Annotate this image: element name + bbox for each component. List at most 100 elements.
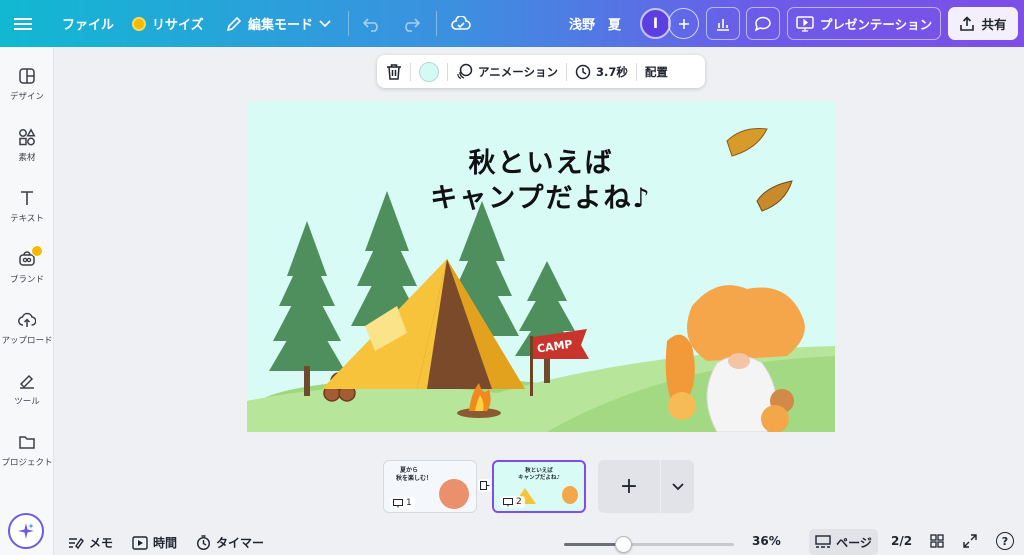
- plus-icon: [678, 18, 689, 29]
- timing-button[interactable]: 時間: [132, 534, 177, 551]
- add-page-button[interactable]: +: [598, 460, 660, 513]
- animation-icon: [457, 63, 473, 80]
- sidebar-item-label: ブランド: [9, 275, 44, 285]
- fullscreen-button[interactable]: [963, 534, 977, 548]
- canvas-title-line-1[interactable]: 秋といえば: [247, 141, 835, 180]
- canvas-title-line-2[interactable]: キャンプだよね♪: [247, 176, 835, 215]
- invite-button[interactable]: [668, 8, 699, 39]
- background-color-swatch[interactable]: [419, 61, 439, 82]
- sidebar-item-label: テキスト: [10, 214, 44, 224]
- animation-button[interactable]: アニメーション: [456, 63, 558, 80]
- undo-icon: [363, 17, 378, 32]
- animation-label: アニメーション: [478, 64, 559, 79]
- sidebar-item-design[interactable]: デザイン: [0, 67, 54, 102]
- comment-button[interactable]: [746, 7, 780, 40]
- page-number-label: 1: [406, 498, 412, 508]
- help-button[interactable]: ?: [996, 532, 1014, 550]
- upload-icon: [18, 312, 36, 327]
- thumb-text: 秋を楽しむ！: [396, 475, 433, 482]
- time-label: 時間: [153, 536, 178, 550]
- expand-icon: [963, 534, 977, 548]
- notes-button[interactable]: メモ: [68, 534, 113, 551]
- position-button[interactable]: 配置: [645, 64, 668, 80]
- redo-icon: [405, 17, 420, 32]
- present-button[interactable]: プレゼンテーション: [787, 7, 941, 40]
- resize-button[interactable]: リサイズ: [132, 9, 204, 39]
- text-icon: [21, 191, 33, 205]
- share-button[interactable]: 共有: [948, 7, 1018, 40]
- share-label: 共有: [981, 17, 1007, 32]
- bar-chart-icon: [717, 18, 729, 31]
- notes-label: メモ: [89, 536, 114, 550]
- add-page-options-button[interactable]: [661, 460, 694, 513]
- sidebar-item-tools[interactable]: ツール: [0, 372, 54, 407]
- redo-button[interactable]: [402, 9, 420, 39]
- edit-mode-label: 編集モード: [248, 18, 314, 33]
- page-count-label: 2/2: [891, 534, 913, 548]
- context-toolbar: アニメーション 3.7秒 配置: [377, 55, 705, 88]
- edit-mode-dropdown[interactable]: 編集モード: [226, 9, 331, 39]
- timer-button[interactable]: タイマー: [196, 534, 264, 551]
- chevron-down-icon: [319, 19, 331, 27]
- clock-icon: [575, 64, 591, 79]
- sidebar-item-label: ツール: [14, 397, 40, 407]
- divider: [447, 62, 448, 81]
- file-menu[interactable]: ファイル: [62, 9, 114, 39]
- transition-icon: [479, 481, 489, 490]
- zoom-percent[interactable]: 36%: [752, 534, 781, 548]
- add-page-plus: +: [619, 474, 639, 499]
- trash-icon: [387, 64, 401, 80]
- sidebar-item-brand[interactable]: ブランド: [0, 245, 54, 285]
- crown-badge-icon: [31, 245, 43, 257]
- divider: [348, 11, 349, 36]
- sidebar-item-text[interactable]: テキスト: [0, 189, 54, 224]
- divider: [410, 62, 411, 81]
- menu-button[interactable]: [14, 9, 32, 39]
- magic-assistant-button[interactable]: [8, 513, 44, 549]
- sidebar-item-upload[interactable]: アップロード: [0, 311, 54, 346]
- left-sidebar: デザイン 素材 テキスト ブランド アップロード ツール プロジェクト: [0, 47, 54, 555]
- thumb-decoration: [439, 479, 469, 509]
- page-thumbnail-1[interactable]: 夏から 秋を楽しむ！ 1: [383, 460, 477, 513]
- thumb-decoration: [562, 486, 578, 504]
- zoom-slider[interactable]: [564, 536, 734, 553]
- timer-icon: [197, 535, 210, 550]
- page-view-button[interactable]: ページ: [809, 529, 878, 555]
- cloud-check-icon: [451, 15, 471, 30]
- page-count: 2/2: [891, 534, 912, 548]
- page-number-label: 2: [516, 497, 522, 507]
- page-label: ページ: [836, 535, 872, 550]
- sidebar-item-label: プロジェクト: [1, 458, 53, 468]
- design-canvas[interactable]: 秋といえば キャンプだよね♪ CAMP: [247, 101, 835, 432]
- undo-button[interactable]: [363, 9, 381, 39]
- avatar[interactable]: I: [640, 8, 671, 39]
- help-icon: ?: [1001, 534, 1009, 548]
- delete-button[interactable]: [386, 63, 402, 80]
- grid-view-button[interactable]: [930, 534, 944, 548]
- insights-button[interactable]: [706, 7, 740, 40]
- thumb-text: キャンプだよね♪: [518, 475, 560, 481]
- zoom-percent-label: 36%: [752, 534, 781, 548]
- page-transition-icon[interactable]: [478, 479, 491, 492]
- avatar-initial: I: [652, 15, 659, 32]
- user-name: 浅野 夏: [569, 9, 621, 39]
- resize-label: リサイズ: [152, 18, 204, 33]
- zoom-slider-handle[interactable]: [614, 536, 632, 553]
- duration-button[interactable]: 3.7秒: [575, 64, 628, 80]
- design-icon: [19, 68, 35, 84]
- presentation-small-icon: [393, 498, 403, 507]
- folder-icon: [19, 436, 35, 449]
- cloud-save-status[interactable]: [451, 9, 471, 39]
- divider: [436, 11, 437, 36]
- divider: [635, 62, 637, 81]
- chevron-down-icon: [671, 482, 684, 490]
- sidebar-item-projects[interactable]: プロジェクト: [0, 433, 54, 468]
- top-bar: ファイル リサイズ 編集モード 浅野 夏 I プレゼンテーション 共有: [0, 0, 1024, 47]
- page-thumbnail-2[interactable]: 秋といえば キャンプだよね♪ 2: [492, 460, 586, 513]
- pencil-icon: [226, 16, 242, 31]
- sparkle-icon: [18, 523, 34, 539]
- sidebar-item-label: 素材: [18, 153, 36, 163]
- sidebar-item-elements[interactable]: 素材: [0, 128, 54, 163]
- share-upload-icon: [960, 15, 975, 31]
- page-number: 2: [500, 496, 525, 508]
